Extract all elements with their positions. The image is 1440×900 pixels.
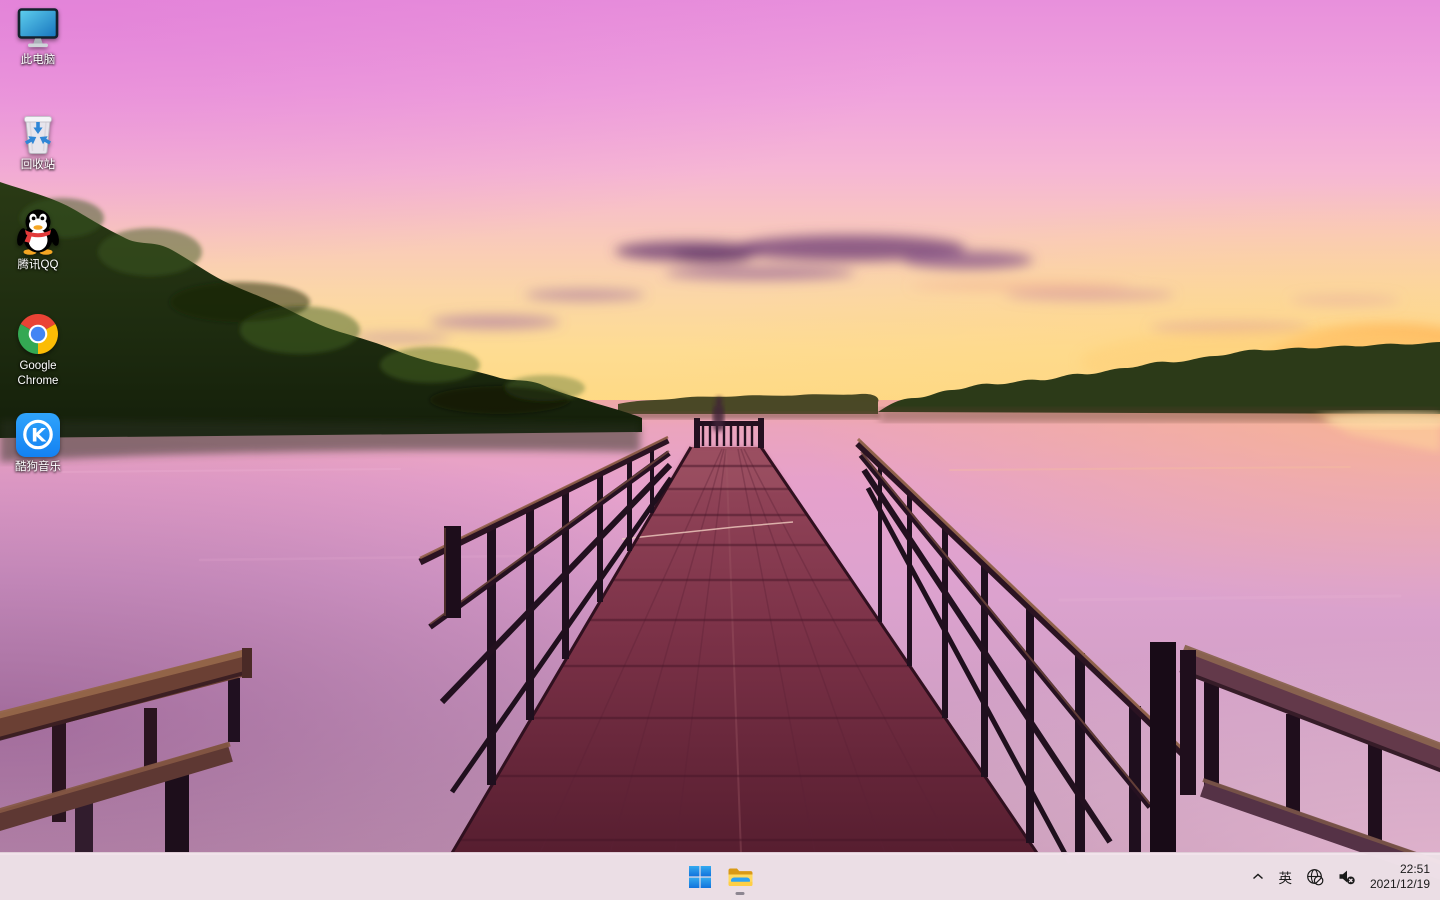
desktop-icon-tencent-qq[interactable]: 腾讯QQ (0, 207, 76, 273)
ime-indicator[interactable]: 英 (1271, 859, 1299, 895)
wallpaper-image (0, 0, 1440, 900)
icon-label: 回收站 (2, 158, 74, 173)
windows-logo-icon (689, 866, 711, 888)
this-pc-icon (16, 8, 60, 50)
icon-label: 酷狗音乐 (2, 460, 74, 475)
clock-time: 22:51 (1400, 862, 1430, 877)
desktop: 此电脑 回收站 腾讯QQ Google C (0, 0, 1440, 900)
chrome-icon (16, 312, 60, 356)
speaker-muted-icon (1338, 868, 1356, 886)
taskbar: 英 22:51 2021/12/19 (0, 852, 1440, 900)
start-button[interactable] (680, 857, 720, 897)
kugou-icon: K (16, 413, 60, 457)
running-indicator (736, 892, 745, 895)
recycle-bin-icon (18, 108, 58, 155)
globe-no-internet-icon (1306, 868, 1324, 886)
desktop-icon-kugou-music[interactable]: K 酷狗音乐 (0, 413, 76, 475)
taskbar-clock[interactable]: 22:51 2021/12/19 (1363, 862, 1436, 891)
icon-label: Google Chrome (2, 359, 74, 389)
svg-text:K: K (31, 425, 47, 447)
chevron-up-icon (1252, 871, 1264, 883)
qq-penguin-icon (15, 207, 61, 255)
ime-label: 英 (1278, 867, 1292, 887)
icon-label: 腾讯QQ (2, 258, 74, 273)
desktop-icon-this-pc[interactable]: 此电脑 (0, 8, 76, 68)
file-explorer-icon (727, 865, 754, 889)
desktop-icon-recycle-bin[interactable]: 回收站 (0, 108, 76, 173)
file-explorer-button[interactable] (720, 857, 760, 897)
icon-label: 此电脑 (2, 53, 74, 68)
volume-button[interactable] (1331, 859, 1363, 895)
network-button[interactable] (1299, 859, 1331, 895)
system-tray: 英 22:51 2021/12/19 (1245, 853, 1436, 900)
hidden-icons-button[interactable] (1245, 859, 1271, 895)
desktop-icon-google-chrome[interactable]: Google Chrome (0, 312, 76, 389)
clock-date: 2021/12/19 (1370, 877, 1430, 892)
